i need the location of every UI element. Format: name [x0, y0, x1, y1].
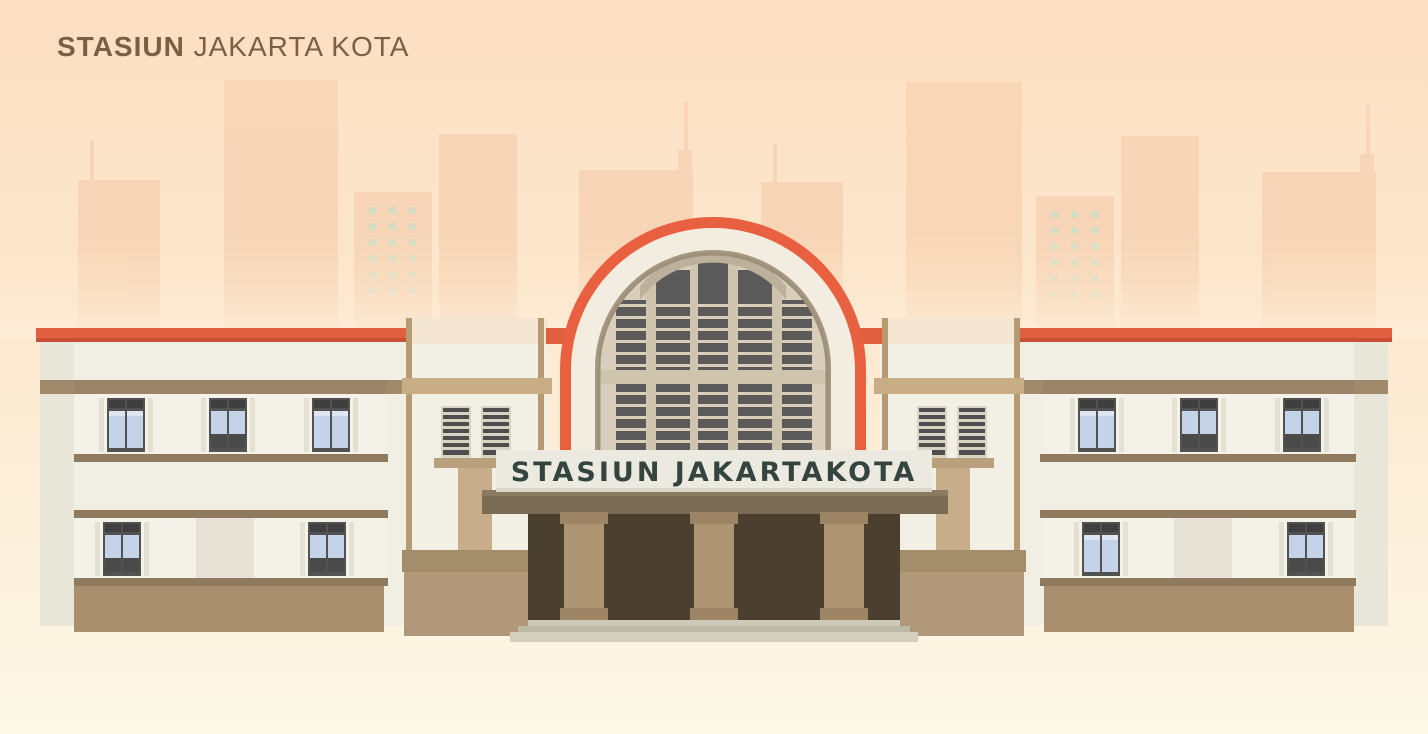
entrance-steps	[528, 620, 900, 626]
page-title: STASIUN JAKARTA KOTA	[57, 31, 409, 63]
left-wing	[36, 328, 412, 632]
right-wing	[1018, 328, 1392, 632]
page-title-light: JAKARTA KOTA	[193, 31, 410, 62]
entrance	[482, 490, 948, 642]
station-illustration: STASIUN JAKARTAKOTA	[0, 0, 1428, 734]
station-sign-text: STASIUN JAKARTAKOTA	[511, 457, 918, 488]
illustration-stage: STASIUN JAKARTAKOTA STASIUN JAKARTA KOTA	[0, 0, 1428, 734]
page-title-bold: STASIUN	[57, 31, 185, 62]
station-sign: STASIUN JAKARTAKOTA	[496, 450, 932, 492]
